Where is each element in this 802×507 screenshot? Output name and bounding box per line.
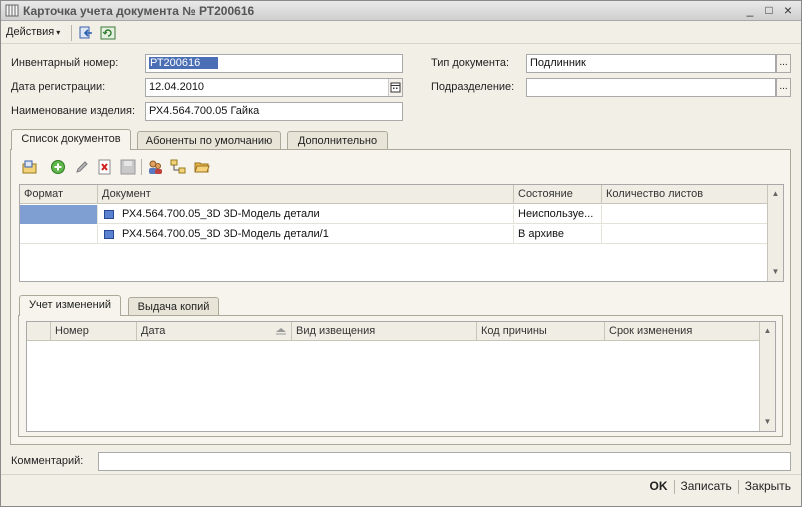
reg-date-field[interactable]: 12.04.2010	[145, 78, 403, 97]
inventory-number-value: РТ200616	[149, 57, 219, 69]
actions-label: Действия	[6, 26, 55, 38]
footer-separator	[737, 479, 739, 494]
doc-type-select-button[interactable]: ...	[776, 54, 791, 73]
document-card-window: Карточка учета документа № РТ200616 _ □ …	[0, 0, 802, 507]
column-header-marker	[27, 322, 51, 341]
column-header-date[interactable]: Дата	[137, 322, 292, 341]
document-name: РХ4.564.700.05_3D 3D-Модель детали/1	[122, 228, 329, 240]
column-header-notice-type[interactable]: Вид извещения	[292, 322, 477, 341]
tab-default-subscribers[interactable]: Абоненты по умолчанию	[137, 131, 281, 150]
comment-field[interactable]	[98, 452, 791, 471]
column-header-state[interactable]: Состояние	[514, 185, 602, 204]
reg-date-value: 12.04.2010	[149, 81, 205, 93]
tab-document-list[interactable]: Список документов	[11, 129, 131, 150]
sheets-cell	[602, 205, 769, 224]
scroll-up-icon[interactable]: ▲	[760, 323, 775, 339]
inventory-label: Инвентарный номер:	[11, 57, 119, 69]
document-cell: РХ4.564.700.05_3D 3D-Модель детали	[98, 205, 514, 224]
document-cell: РХ4.564.700.05_3D 3D-Модель детали/1	[98, 225, 514, 244]
reg-date-label: Дата регистрации:	[11, 81, 106, 93]
add-icon[interactable]	[50, 159, 66, 175]
refresh-icon[interactable]	[100, 25, 116, 41]
go-to-list-icon[interactable]	[78, 25, 94, 41]
toolbar: Действия ▾	[1, 22, 801, 44]
footer-buttons: OK Записать Закрыть	[644, 479, 791, 494]
state-cell: В архиве	[514, 225, 602, 244]
doc-type-label: Тип документа:	[431, 57, 510, 69]
inventory-number-field[interactable]: РТ200616	[145, 54, 403, 73]
changes-table-header: Номер Дата Вид извещения Код причины Сро…	[27, 322, 761, 341]
change-log-panel: Номер Дата Вид извещения Код причины Сро…	[18, 315, 783, 437]
table-row[interactable]: РХ4.564.700.05_3D 3D-Модель детали/1 В а…	[20, 225, 769, 244]
ok-button[interactable]: OK	[650, 479, 668, 493]
format-cell	[20, 225, 98, 244]
format-cell	[20, 205, 98, 224]
footer-separator	[673, 479, 675, 494]
add-from-file-icon[interactable]	[22, 159, 38, 175]
title-bar: Карточка учета документа № РТ200616 _ □ …	[1, 1, 801, 21]
close-button[interactable]: ×	[780, 3, 796, 18]
scroll-down-icon[interactable]: ▼	[768, 264, 783, 280]
state-cell: Неиспользуе...	[514, 205, 602, 224]
column-header-sheets[interactable]: Количество листов	[602, 185, 769, 204]
tab-additional[interactable]: Дополнительно	[287, 131, 388, 150]
hierarchy-icon[interactable]	[170, 159, 186, 175]
changes-table: Номер Дата Вид извещения Код причины Сро…	[26, 321, 776, 432]
close-form-button[interactable]: Закрыть	[745, 479, 791, 493]
save-disk-icon[interactable]	[120, 159, 136, 175]
column-header-reason-code[interactable]: Код причины	[477, 322, 605, 341]
edit-pencil-icon[interactable]	[74, 159, 90, 175]
column-header-change-deadline[interactable]: Срок изменения	[605, 322, 761, 341]
department-label: Подразделение:	[431, 81, 515, 93]
scroll-down-icon[interactable]: ▼	[760, 414, 775, 430]
product-name-field[interactable]: РХ4.564.700.05 Гайка	[145, 102, 403, 121]
toolbar-divider	[71, 25, 72, 41]
open-folder-icon[interactable]	[194, 159, 210, 175]
column-header-document[interactable]: Документ	[98, 185, 514, 204]
sheets-cell	[602, 225, 769, 244]
documents-table: Формат Документ Состояние Количество лис…	[19, 184, 784, 282]
tab-copy-issue[interactable]: Выдача копий	[128, 297, 219, 316]
scroll-up-icon[interactable]: ▲	[768, 186, 783, 202]
maximize-button[interactable]: □	[761, 3, 777, 18]
window-title: Карточка учета документа № РТ200616	[23, 4, 255, 18]
doc-type-field[interactable]: Подлинник	[526, 54, 776, 73]
doc-type-value: Подлинник	[530, 57, 586, 69]
product-name-value: РХ4.564.700.05 Гайка	[149, 105, 260, 117]
tab-change-log[interactable]: Учет изменений	[19, 295, 121, 316]
column-header-format[interactable]: Формат	[20, 185, 98, 204]
minimize-button[interactable]: _	[742, 3, 758, 18]
department-select-button[interactable]: ...	[776, 78, 791, 97]
department-field[interactable]	[526, 78, 776, 97]
changes-scrollbar[interactable]: ▲ ▼	[759, 322, 775, 431]
product-label: Наименование изделия:	[11, 105, 136, 117]
calendar-icon[interactable]	[388, 79, 402, 96]
delete-icon[interactable]	[97, 159, 113, 175]
form-icon	[5, 4, 19, 17]
footer-divider	[1, 474, 801, 475]
documents-scrollbar[interactable]: ▲ ▼	[767, 185, 783, 281]
document-icon	[104, 210, 114, 219]
document-icon	[104, 230, 114, 239]
comment-label: Комментарий:	[11, 455, 84, 467]
table-row[interactable]: РХ4.564.700.05_3D 3D-Модель детали Неисп…	[20, 205, 769, 224]
panel-toolbar-divider	[141, 159, 142, 175]
date-column-label: Дата	[141, 325, 166, 337]
column-header-number[interactable]: Номер	[51, 322, 137, 341]
users-icon[interactable]	[147, 159, 163, 175]
document-name: РХ4.564.700.05_3D 3D-Модель детали	[122, 208, 320, 220]
document-list-panel: Формат Документ Состояние Количество лис…	[10, 149, 791, 445]
actions-menu[interactable]: Действия ▾	[6, 26, 60, 38]
chevron-down-icon: ▾	[56, 28, 61, 37]
sort-ascending-icon	[276, 328, 286, 335]
save-button[interactable]: Записать	[681, 479, 732, 493]
documents-table-header: Формат Документ Состояние Количество лис…	[20, 185, 769, 204]
